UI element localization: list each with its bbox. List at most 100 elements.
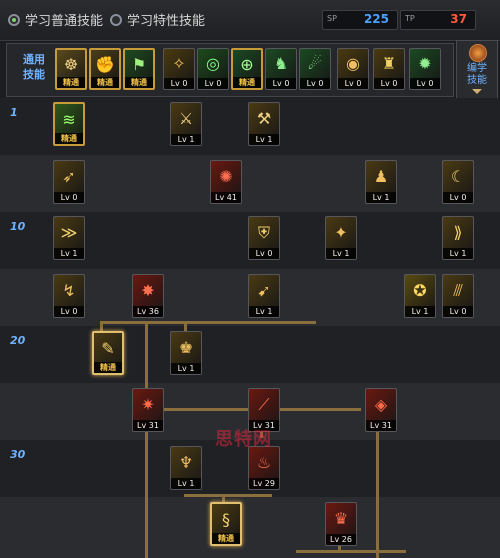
skill-beast-fang[interactable]: ♆ Lv 1 xyxy=(170,446,202,490)
kick-icon: ↯ xyxy=(62,281,76,300)
crimson-armor-icon: ♛ xyxy=(333,509,349,528)
skill-crimson-armor[interactable]: ♛ Lv 26 xyxy=(325,502,357,546)
tab-skill-5[interactable]: ◎ Lv 0 xyxy=(197,48,229,90)
skill-tumble[interactable]: ✦ Lv 1 xyxy=(325,216,357,260)
level-badge: Lv 1 xyxy=(443,248,473,259)
skill-shadow-step[interactable]: ♟ Lv 1 xyxy=(365,160,397,204)
thunder-claw-icon: ≋ xyxy=(62,110,76,129)
dash-icon: ➶ xyxy=(62,167,76,186)
level-badge: Lv 0 xyxy=(443,306,473,317)
category-label-line2: 技能 xyxy=(23,68,45,81)
dagger-throw-icon: ⚔ xyxy=(178,109,194,128)
top-bar: 学习普通技能 学习特性技能 SP 225 TP 37 xyxy=(0,0,500,41)
tab-skill-10[interactable]: ♜ Lv 0 xyxy=(373,48,405,90)
side-button-line2: 技能 xyxy=(467,75,487,86)
general-skill-panel: 通用 技能 ☸ 精通 ✊ 精通 ⚑ 精通 ✧ Lv 0 ◎ Lv 0 ⊕ 精通 ♞ Lv 0 ☄ Lv 0 ◉ L… xyxy=(6,43,454,97)
learn-normal-skill-radio[interactable]: 学习普通技能 xyxy=(8,10,103,29)
sp-counter: SP 225 xyxy=(322,10,398,30)
tp-label: TP xyxy=(405,14,415,23)
general-skill-category-tab[interactable]: 通用 技能 xyxy=(11,52,57,88)
crescent-slash-icon: ☾ xyxy=(450,167,466,186)
level-badge: Lv 1 xyxy=(326,248,356,259)
sp-label: SP xyxy=(327,14,337,23)
tab-skill-9[interactable]: ◉ Lv 0 xyxy=(337,48,369,90)
level-badge: Lv 26 xyxy=(326,534,356,545)
chevron-down-icon xyxy=(472,89,482,94)
skill-crescent-slash[interactable]: ☾ Lv 0 xyxy=(442,160,474,204)
level-badge: Lv 0 xyxy=(198,78,228,89)
wings-icon: ✧ xyxy=(172,54,186,73)
tab-skill-11[interactable]: ✹ Lv 0 xyxy=(409,48,441,90)
skill-triple-cut[interactable]: ⫻ Lv 0 xyxy=(442,274,474,318)
skill-tree-connector xyxy=(184,494,272,497)
level-badge: Lv 1 xyxy=(249,134,279,145)
mastery-badge: 精通 xyxy=(125,77,153,88)
tab-skill-8[interactable]: ☄ Lv 0 xyxy=(299,48,331,90)
twin-claw-icon: ⟫ xyxy=(453,223,463,242)
radio-label: 学习特性技能 xyxy=(127,14,206,29)
radio-checked-icon xyxy=(8,13,20,26)
sp-value: 225 xyxy=(363,12,389,26)
tab-skill-2[interactable]: ✊ 精通 xyxy=(89,48,121,90)
skill-spear-thrust[interactable]: ➹ Lv 1 xyxy=(248,274,280,318)
skill-dagger-throw[interactable]: ⚔ Lv 1 xyxy=(170,102,202,146)
skill-gold-aura[interactable]: ✪ Lv 1 xyxy=(404,274,436,318)
skill-demon-eye[interactable]: ◈ Lv 31 xyxy=(365,388,397,432)
watermark: 思特网 xyxy=(215,429,272,450)
skill-twin-claw[interactable]: ⟫ Lv 1 xyxy=(442,216,474,260)
fire-burst-icon: ✺ xyxy=(219,167,233,186)
tab-skill-1[interactable]: ☸ 精通 xyxy=(55,48,87,90)
tab-skill-4[interactable]: ✧ Lv 0 xyxy=(163,48,195,90)
skill-thunder-claw[interactable]: ≋ 精通 xyxy=(53,102,85,146)
dragon-flame-icon: ♨ xyxy=(256,453,272,472)
tab-skill-7[interactable]: ♞ Lv 0 xyxy=(265,48,297,90)
demon-eye-icon: ◈ xyxy=(374,395,388,414)
skill-book-icon xyxy=(469,44,487,62)
flame-wave-icon: ✸ xyxy=(141,281,155,300)
skill-kick[interactable]: ↯ Lv 0 xyxy=(53,274,85,318)
level-badge: Lv 1 xyxy=(366,192,396,203)
skill-blood-vortex[interactable]: ✷ Lv 31 xyxy=(132,388,164,432)
level-badge: Lv 1 xyxy=(405,306,435,317)
skill-wind-slash[interactable]: ≫ Lv 1 xyxy=(53,216,85,260)
level-badge: Lv 1 xyxy=(171,478,201,489)
level-badge: Lv 0 xyxy=(374,78,404,89)
level-badge: Lv 29 xyxy=(249,478,279,489)
skill-flame-wave[interactable]: ✸ Lv 36 xyxy=(132,274,164,318)
skill-feather-blade[interactable]: ✎ 精通 xyxy=(92,331,124,375)
skill-hammer-strike[interactable]: ⚒ Lv 1 xyxy=(248,102,280,146)
side-skill-button[interactable]: 编学 技能 xyxy=(456,40,498,100)
tab-skill-6[interactable]: ⊕ 精通 xyxy=(231,48,263,90)
level-badge: Lv 0 xyxy=(300,78,330,89)
side-button-line1: 编学 xyxy=(467,63,487,74)
blood-vortex-icon: ✷ xyxy=(141,395,155,414)
level-badge: Lv 1 xyxy=(54,248,84,259)
kneel-icon: ♞ xyxy=(273,54,289,73)
hammer-strike-icon: ⚒ xyxy=(256,109,272,128)
level-badge: Lv 0 xyxy=(443,192,473,203)
level-badge: Lv 1 xyxy=(171,134,201,145)
skill-serpent-coil[interactable]: § 精通 xyxy=(210,502,242,546)
level-badge: Lv 0 xyxy=(410,78,440,89)
skill-dragon-flame[interactable]: ♨ Lv 29 xyxy=(248,446,280,490)
target-icon: ◎ xyxy=(206,54,220,73)
roar-icon: ♚ xyxy=(178,338,194,357)
feather-blade-icon: ✎ xyxy=(101,339,115,358)
runner-icon: ⚑ xyxy=(131,55,147,74)
shield-guard-icon: ⛨ xyxy=(257,223,270,242)
mastery-badge: 精通 xyxy=(233,77,261,88)
skill-shield-guard[interactable]: ⛨ Lv 0 xyxy=(248,216,280,260)
learn-special-skill-radio[interactable]: 学习特性技能 xyxy=(110,10,205,29)
mastery-badge: 精通 xyxy=(55,133,83,144)
skill-tree-connector xyxy=(296,550,406,553)
skill-roar[interactable]: ♚ Lv 1 xyxy=(170,331,202,375)
skill-fire-burst[interactable]: ✺ Lv 41 xyxy=(210,160,242,204)
tab-skill-3[interactable]: ⚑ 精通 xyxy=(123,48,155,90)
skill-dash[interactable]: ➶ Lv 0 xyxy=(53,160,85,204)
level-badge: Lv 0 xyxy=(54,306,84,317)
mastery-badge: 精通 xyxy=(212,533,240,544)
blade-spin-icon: ✹ xyxy=(418,54,432,73)
skill-tier-row xyxy=(0,326,500,383)
radio-label: 学习普通技能 xyxy=(25,14,104,29)
category-label-line1: 通用 xyxy=(23,53,45,66)
